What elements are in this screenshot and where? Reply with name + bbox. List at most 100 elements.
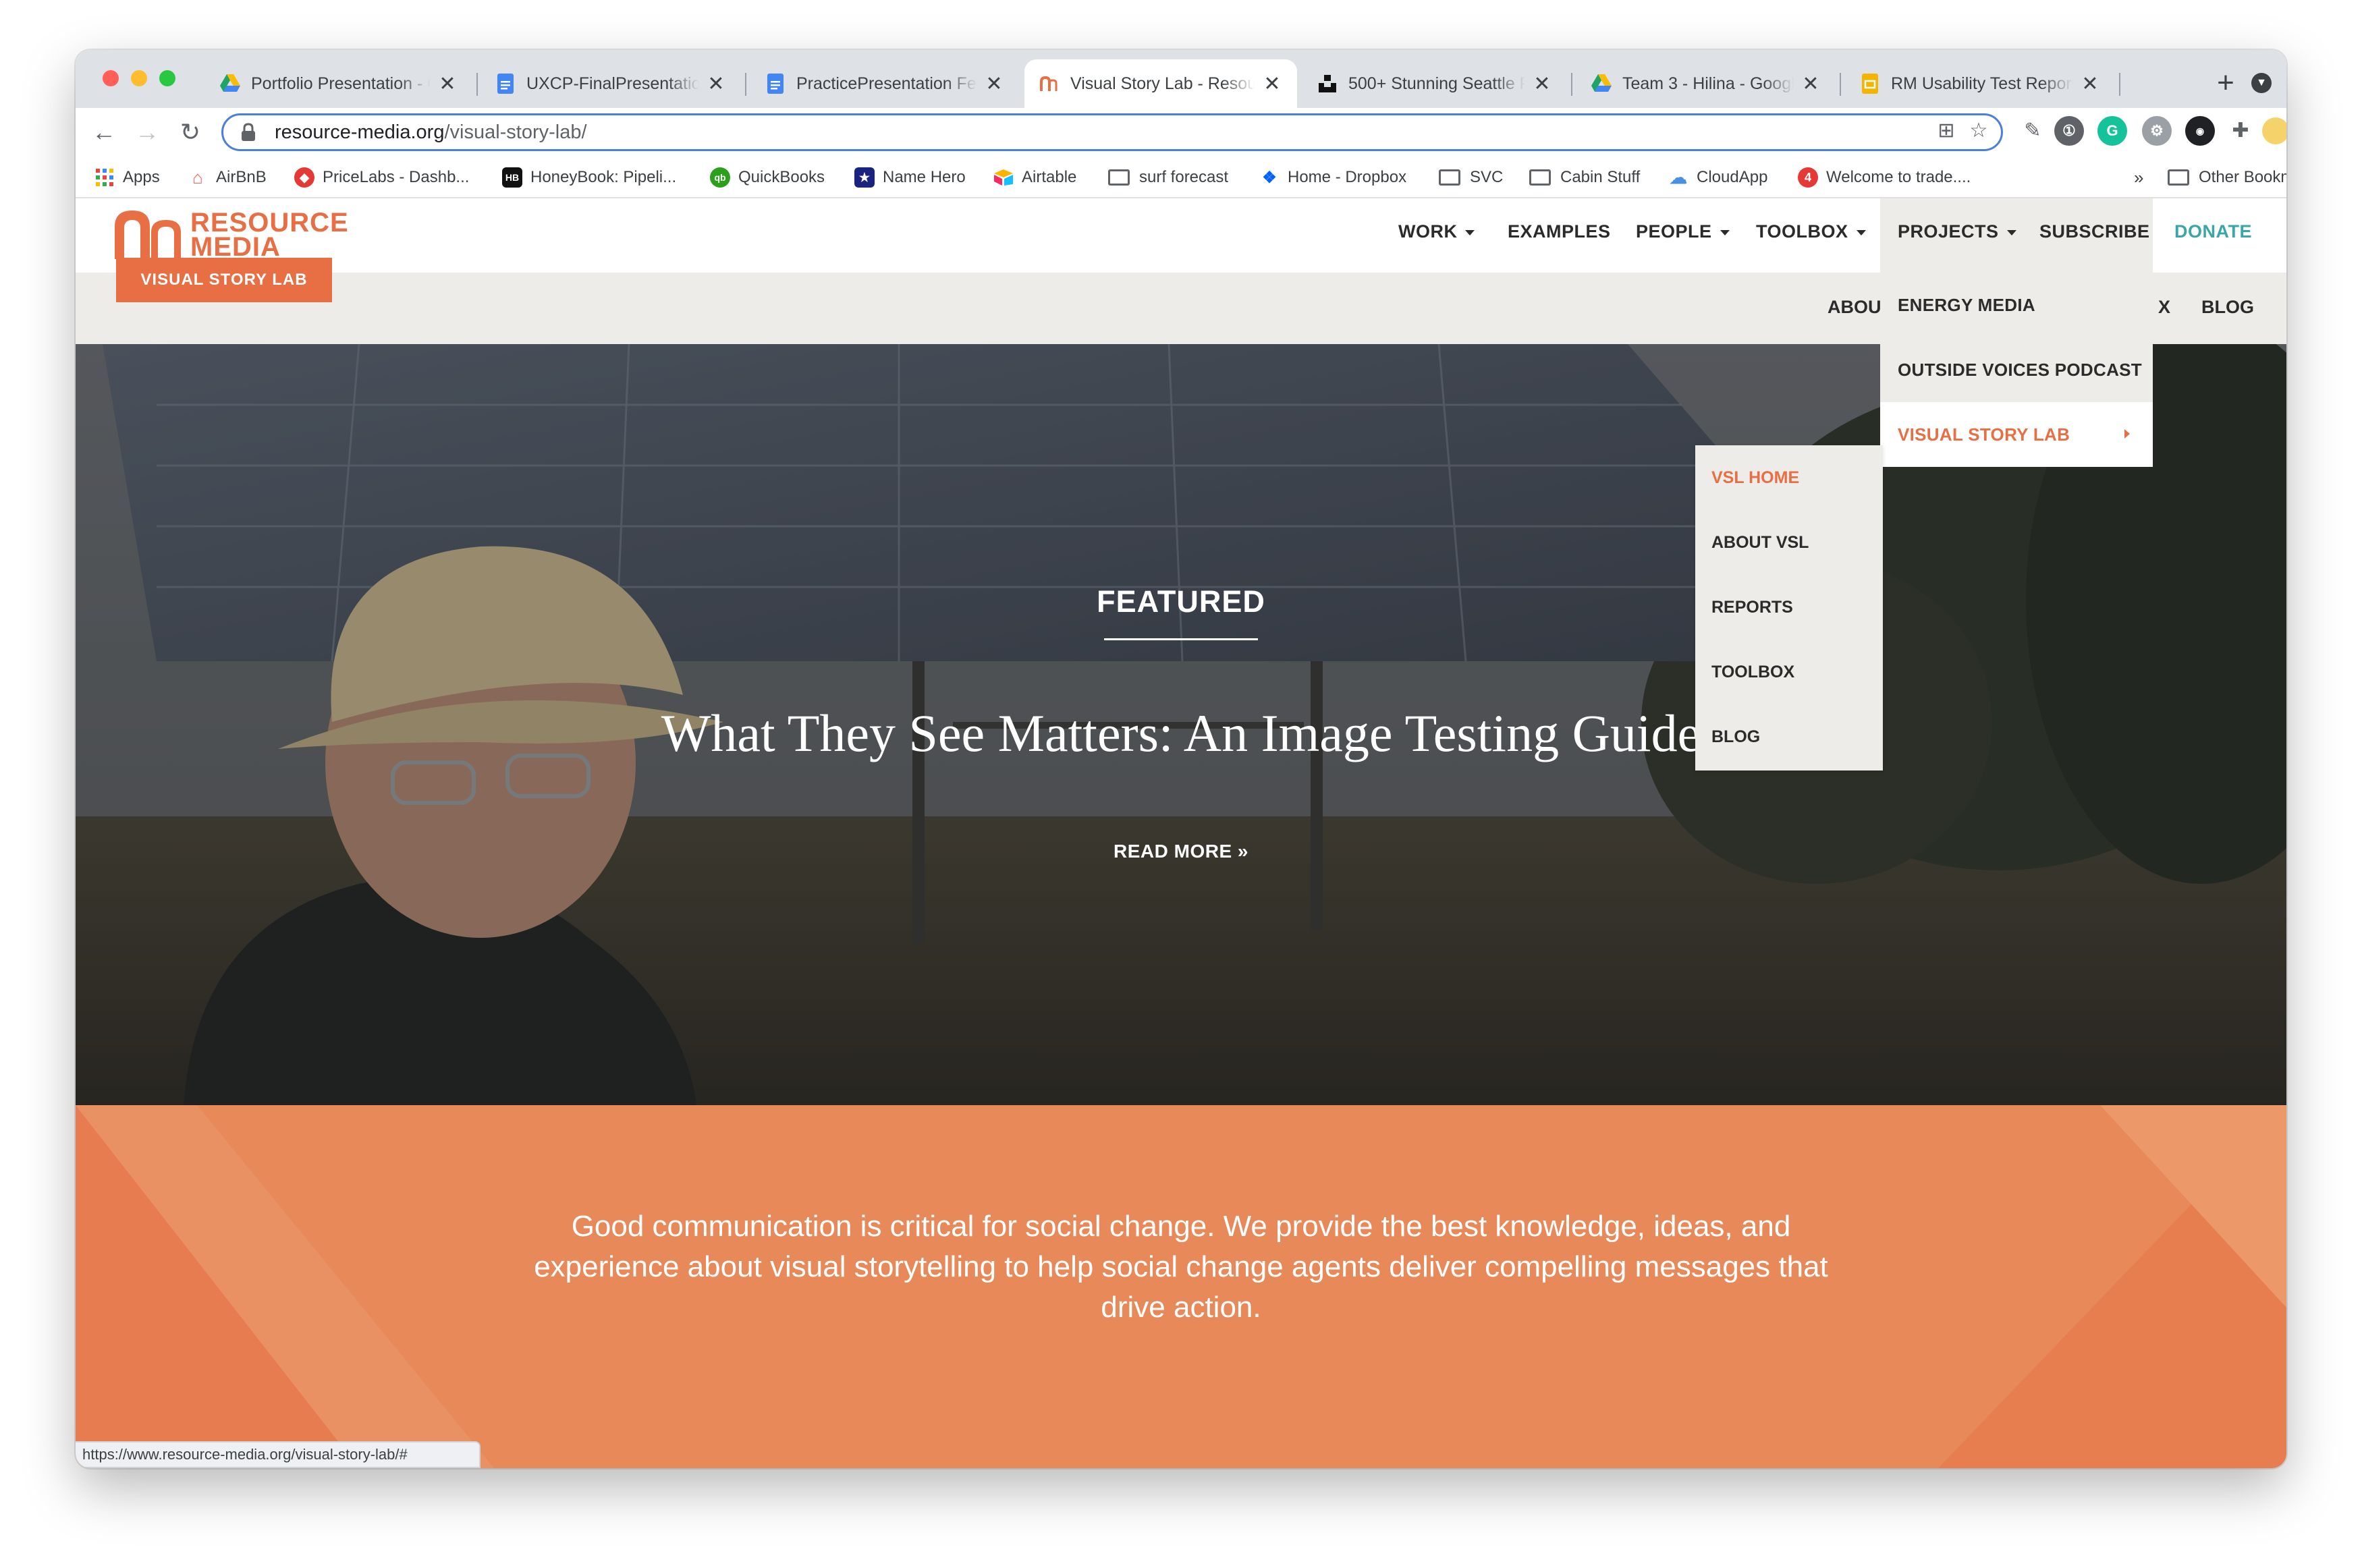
folder-icon [2168, 169, 2189, 186]
visual-story-lab-badge[interactable]: VISUAL STORY LAB [116, 258, 332, 302]
dark-extension-icon[interactable]: ◉ [2185, 116, 2215, 146]
address-bar[interactable]: resource-media.org/visual-story-lab/ [221, 113, 2003, 151]
tab-rm-usability[interactable]: RM Usability Test Report ✕ [1845, 59, 2115, 108]
tab-seattle-pictures[interactable]: 500+ Stunning Seattle Pictures ✕ [1302, 59, 1567, 108]
bookmark-other-bookmarks[interactable]: Other Bookmarks [2168, 165, 2286, 190]
close-tab-icon[interactable]: ✕ [1801, 72, 1821, 96]
tab-divider [1571, 73, 1572, 96]
reload-icon[interactable]: ↻ [173, 115, 208, 150]
tab-divider [2119, 73, 2120, 96]
folder-icon [1529, 169, 1551, 186]
bookmarks-overflow-chevron[interactable]: » [2134, 165, 2143, 190]
nav-work[interactable]: WORK [1398, 221, 1475, 242]
bookmark-dropbox[interactable]: ❖ Home - Dropbox [1259, 165, 1406, 190]
menu-vsl-home[interactable]: VSL HOME [1695, 445, 1883, 510]
forward-arrow-icon[interactable]: → [130, 115, 165, 150]
featured-label: FEATURED [1097, 584, 1265, 619]
chevron-right-icon [2124, 429, 2130, 439]
close-tab-icon[interactable]: ✕ [706, 72, 726, 96]
zoom-window-button[interactable] [159, 70, 175, 86]
subnav-about[interactable]: ABOU [1828, 297, 1882, 318]
back-arrow-icon[interactable]: ← [86, 115, 121, 150]
projects-dropdown: ENERGY MEDIA OUTSIDE VOICES PODCAST VISU… [1880, 273, 2153, 467]
bookmark-pricelabs[interactable]: ◆ PriceLabs - Dashb... [294, 165, 469, 190]
menu-outside-voices-podcast[interactable]: OUTSIDE VOICES PODCAST [1880, 337, 2153, 402]
bookmark-star-icon[interactable]: ☆ [1965, 117, 1992, 144]
resource-media-icon [1039, 74, 1060, 94]
apps-grid-icon [94, 167, 115, 188]
bookmark-svc[interactable]: SVC [1439, 165, 1503, 190]
menu-about-vsl[interactable]: ABOUT VSL [1695, 510, 1883, 575]
extensions-puzzle-icon[interactable]: ✚ [2227, 117, 2254, 144]
read-more-link[interactable]: READ MORE » [76, 841, 2286, 862]
featured-underline [1104, 638, 1258, 640]
airtable-icon [993, 167, 1014, 188]
browser-toolbar: ← → ↻ resource-media.org/visual-story-la… [76, 108, 2286, 157]
tab-strip: Portfolio Presentation - Google Slides ✕… [76, 50, 2286, 108]
bookmarks-bar: Apps ⌂ AirBnB ◆ PriceLabs - Dashb... HB … [76, 157, 2286, 198]
nav-people[interactable]: PEOPLE [1636, 221, 1730, 242]
bookmark-cloudapp[interactable]: ☁ CloudApp [1668, 165, 1767, 190]
url-domain: resource-media.org [275, 121, 445, 143]
google-drive-icon [220, 74, 240, 94]
google-drive-icon [1591, 74, 1612, 94]
bookmark-airbnb[interactable]: ⌂ AirBnB [188, 165, 267, 190]
mission-section: Good communication is critical for socia… [76, 1105, 2286, 1468]
tab-visual-story-lab[interactable]: Visual Story Lab - Resource Media ✕ [1024, 59, 1297, 108]
menu-reports[interactable]: REPORTS [1695, 575, 1883, 640]
new-tab-icon[interactable]: + [2207, 65, 2245, 103]
close-tab-icon[interactable]: ✕ [1532, 72, 1552, 96]
menu-energy-media[interactable]: ENERGY MEDIA [1880, 273, 2153, 337]
grammarly-extension-icon[interactable]: G [2097, 116, 2127, 146]
bookmark-apps[interactable]: Apps [94, 165, 160, 190]
menu-blog[interactable]: BLOG [1695, 704, 1883, 769]
password-extension-icon[interactable]: ① [2054, 116, 2084, 146]
quickbooks-icon: qb [710, 167, 730, 188]
bookmark-cabin-stuff[interactable]: Cabin Stuff [1529, 165, 1640, 190]
site-header: RESOURCE MEDIA WORK EXAMPLES PEOPLE TOOLB… [76, 198, 2286, 273]
nav-projects[interactable]: PROJECTS [1898, 221, 2016, 242]
google-docs-icon [765, 74, 786, 94]
google-docs-icon [495, 74, 516, 94]
close-tab-icon[interactable]: ✕ [2080, 72, 2100, 96]
minimize-window-button[interactable] [131, 70, 147, 86]
bookmark-quickbooks[interactable]: qb QuickBooks [710, 165, 825, 190]
tab-search-icon[interactable]: ▼ [2251, 73, 2272, 93]
menu-toolbox[interactable]: TOOLBOX [1695, 640, 1883, 704]
tab-portfolio-presentation[interactable]: Portfolio Presentation - Google Slides ✕ [205, 59, 472, 108]
folder-icon [1108, 169, 1130, 186]
nav-donate[interactable]: DONATE [2174, 221, 2252, 242]
folder-icon [1439, 169, 1460, 186]
bookmark-namehero[interactable]: ★ Name Hero [854, 165, 966, 190]
nav-examples[interactable]: EXAMPLES [1508, 221, 1611, 242]
close-tab-icon[interactable]: ✕ [1262, 72, 1282, 96]
tab-divider [745, 73, 746, 96]
airbnb-icon: ⌂ [192, 167, 203, 188]
bookmark-surf-forecast[interactable]: surf forecast [1108, 165, 1228, 190]
subnav-toolbox[interactable]: X [2158, 297, 2170, 318]
settings-extension-icon[interactable]: ⚙ [2142, 116, 2172, 146]
tab-practice-presentation[interactable]: PracticePresentation Feedback - Google D… [750, 59, 1019, 108]
nav-toolbox[interactable]: TOOLBOX [1756, 221, 1866, 242]
honeybook-icon: HB [502, 167, 522, 188]
close-window-button[interactable] [103, 70, 119, 86]
hero-title[interactable]: What They See Matters: An Image Testing … [76, 703, 2286, 764]
cloudapp-icon: ☁ [1670, 167, 1687, 188]
chevron-down-icon [2006, 229, 2016, 235]
tab-uxcp-final[interactable]: UXCP-FinalPresentation - Google Docs ✕ [480, 59, 741, 108]
subnav-blog[interactable]: BLOG [2201, 297, 2254, 318]
nav-subscribe[interactable]: SUBSCRIBE [2039, 221, 2150, 242]
unsplash-icon [1317, 74, 1338, 94]
menu-visual-story-lab[interactable]: VISUAL STORY LAB [1880, 402, 2153, 467]
close-tab-icon[interactable]: ✕ [437, 72, 458, 96]
bookmark-honeybook[interactable]: HB HoneyBook: Pipeli... [502, 165, 676, 190]
bookmark-trade[interactable]: 4 Welcome to trade.... [1798, 165, 1971, 190]
bookmark-airtable[interactable]: Airtable [993, 165, 1076, 190]
namehero-icon: ★ [854, 167, 875, 188]
vsl-submenu: VSL HOME ABOUT VSL REPORTS TOOLBOX BLOG [1695, 445, 1883, 771]
tab-team3-hilina[interactable]: Team 3 - Hilina - Google Drive ✕ [1576, 59, 1836, 108]
profile-avatar[interactable] [2262, 117, 2286, 144]
qr-code-icon[interactable]: ⊞ [1933, 117, 1960, 144]
close-tab-icon[interactable]: ✕ [984, 72, 1004, 96]
eyedropper-extension-icon[interactable]: ✎ [2019, 117, 2046, 144]
